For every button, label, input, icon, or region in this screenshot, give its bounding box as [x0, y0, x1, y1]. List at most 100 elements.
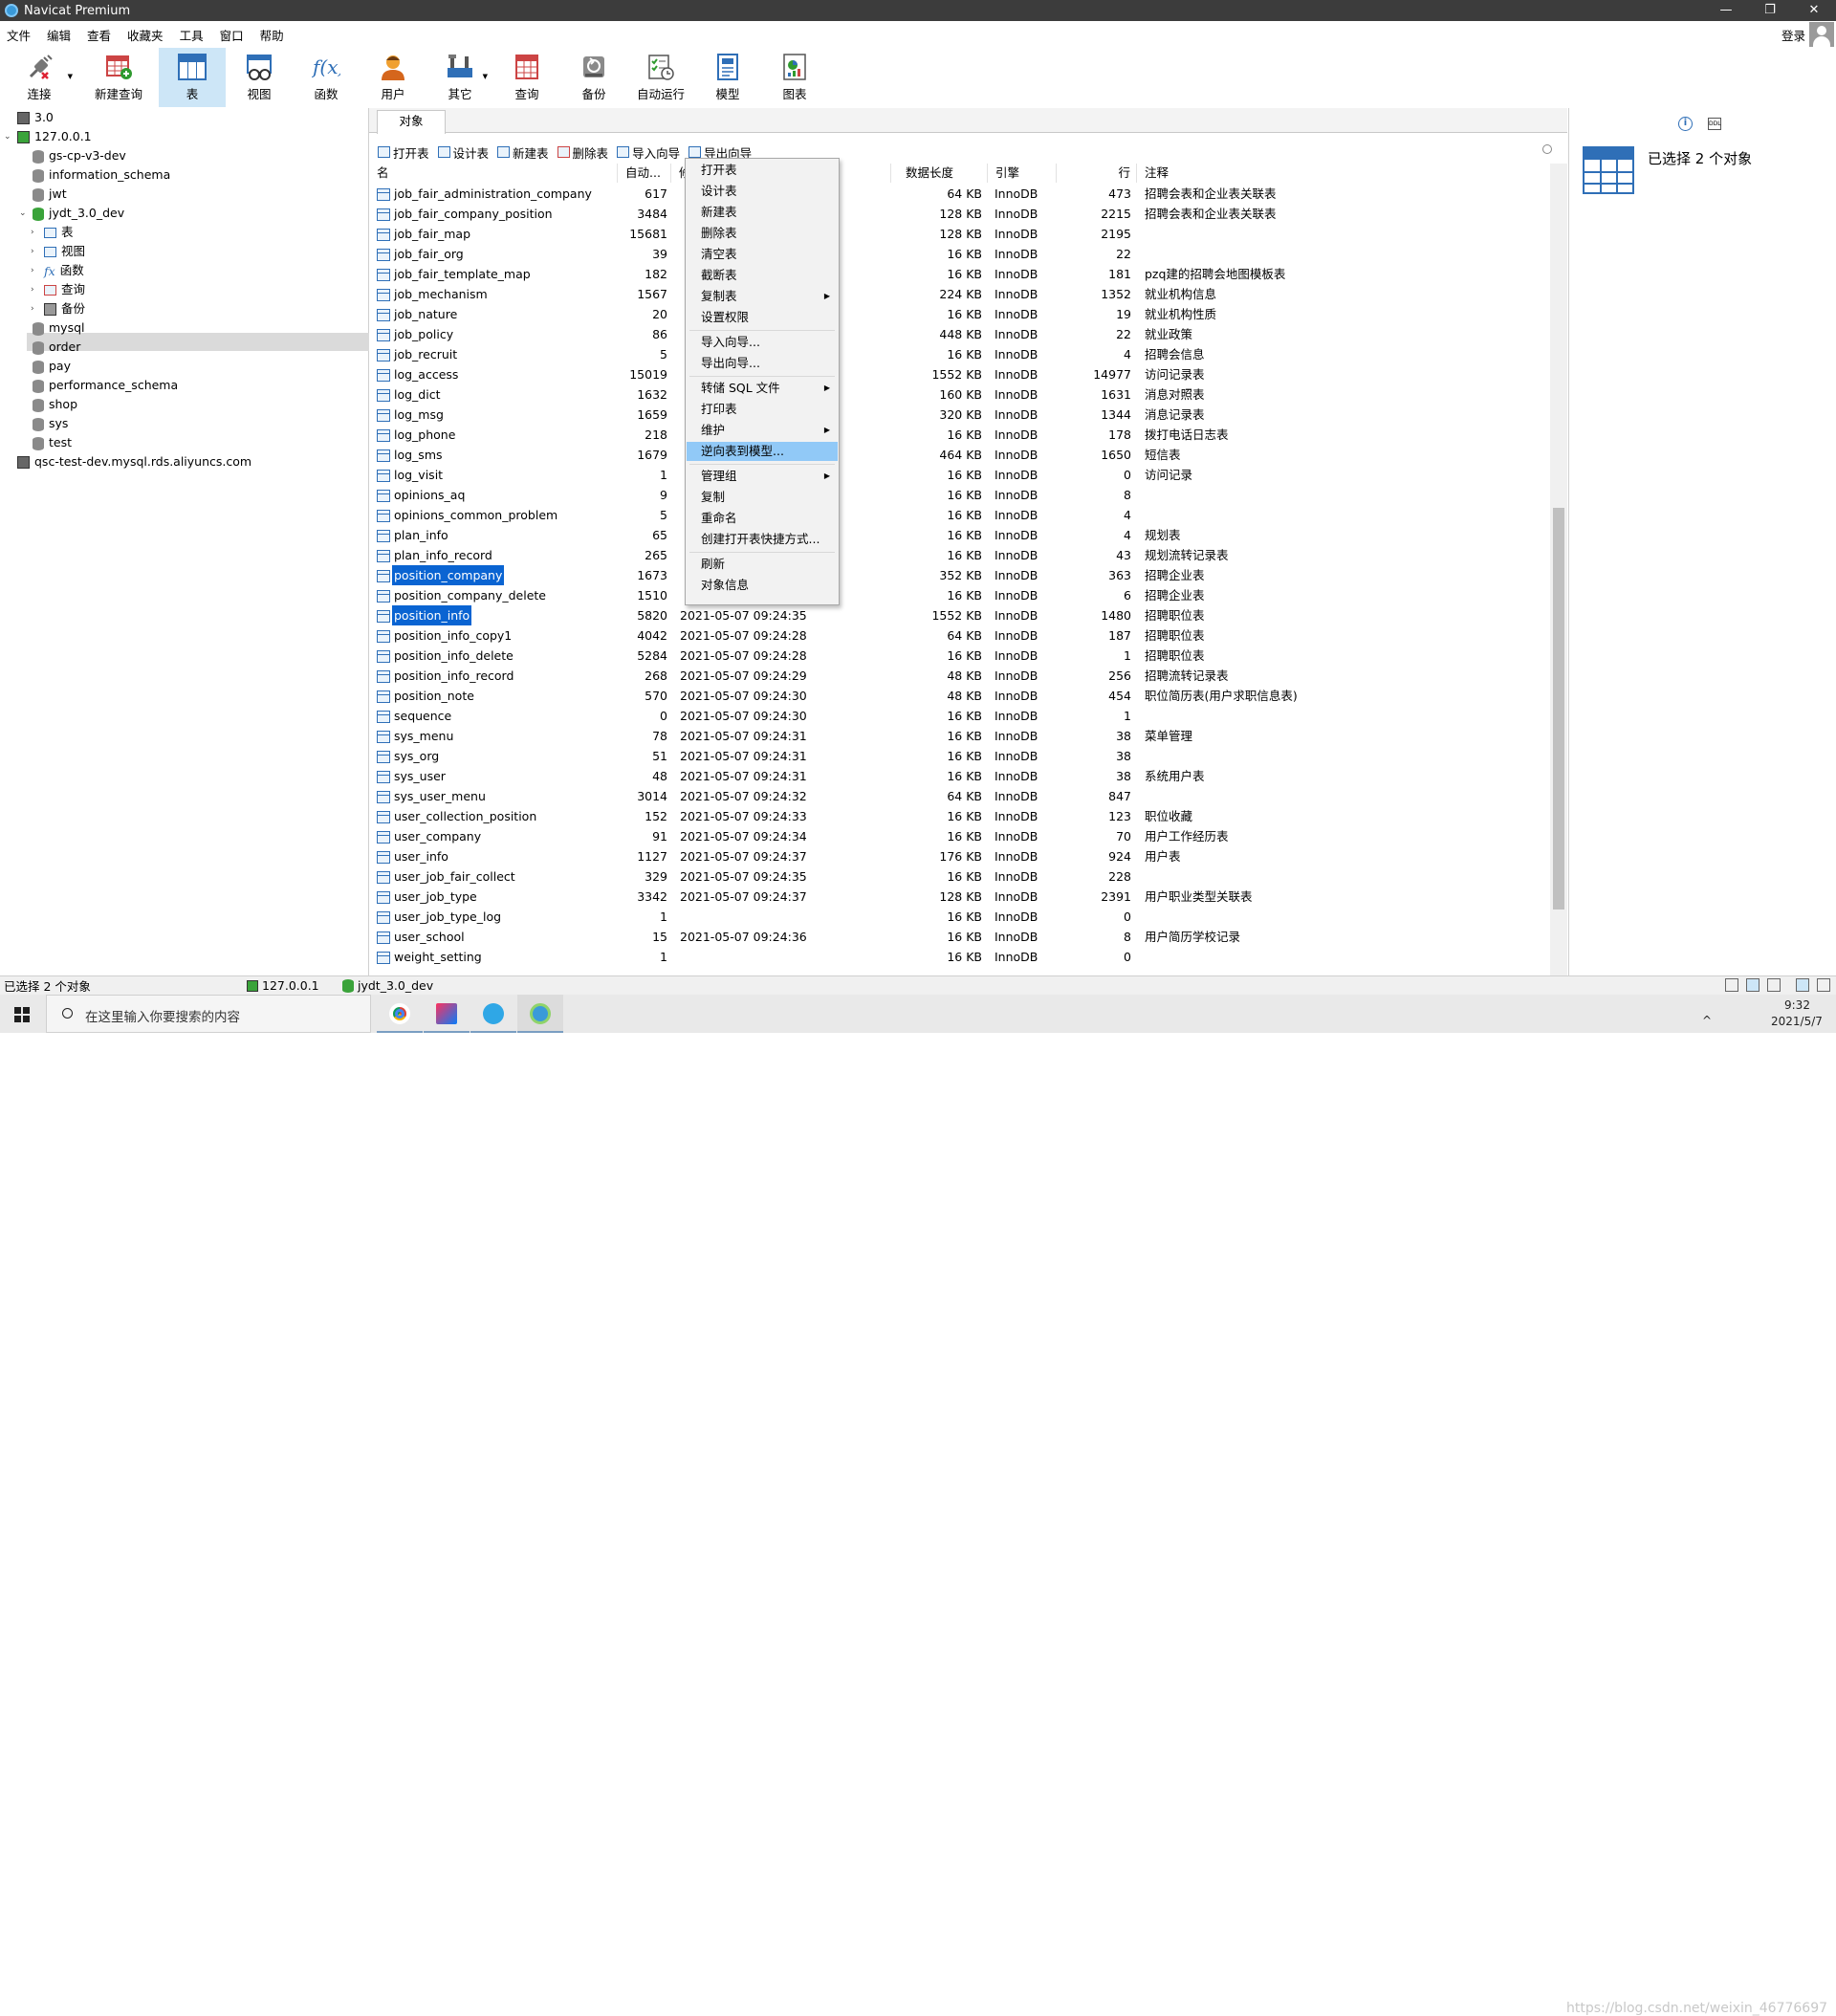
toolbar-view-button[interactable]: 视图 — [226, 48, 293, 107]
tab-objects[interactable]: 对象 — [377, 110, 446, 134]
column-header-name[interactable]: 名 — [369, 164, 618, 183]
toolbar-schedule-button[interactable]: 自动运行 — [627, 48, 694, 107]
context-menu-item[interactable]: 打开表 — [687, 161, 838, 180]
tree-item-functions[interactable]: › fx 函数 — [31, 261, 84, 280]
table-row[interactable]: job_fair_administration_company 617 64 KB I… — [369, 184, 1550, 204]
context-menu-item[interactable]: 导入向导... — [687, 333, 838, 352]
table-row[interactable]: position_info_delete 5284 2021-05-07 09:24… — [369, 646, 1550, 666]
info-panel-toggle-icon[interactable] — [1817, 978, 1830, 992]
table-row[interactable]: job_recruit 5 16 KB InnoDB 4 招聘会信息 — [369, 344, 1550, 364]
cell-name[interactable]: sys_user — [369, 766, 618, 786]
context-menu-item[interactable]: 维护 ▶ — [687, 421, 838, 440]
collapse-arrow-icon[interactable]: ⌄ — [4, 127, 11, 146]
expand-arrow-icon[interactable]: › — [31, 280, 34, 299]
table-row[interactable]: user_job_type 3342 2021-05-07 09:24:37 128 … — [369, 887, 1550, 907]
delete-table-button[interactable]: 删除表 — [557, 143, 608, 162]
cell-name[interactable]: job_mechanism — [369, 284, 618, 304]
design-table-button[interactable]: 设计表 — [437, 143, 489, 162]
tree-connection-localhost[interactable]: ⌄ 127.0.0.1 — [4, 127, 92, 146]
toolbar-user-button[interactable]: 用户 — [360, 48, 426, 107]
context-menu-item[interactable]: 复制 — [687, 488, 838, 507]
table-row[interactable]: user_collection_position 152 2021-05-07 09… — [369, 806, 1550, 826]
cell-name[interactable]: plan_info_record — [369, 545, 618, 565]
tree-connection-3.0[interactable]: 3.0 — [17, 108, 54, 127]
taskbar-chrome[interactable] — [377, 995, 423, 1033]
minimize-button[interactable]: — — [1704, 0, 1748, 21]
context-menu-item[interactable]: 重命名 — [687, 509, 838, 528]
table-row[interactable]: position_company_delete 1510 16 KB InnoDB 6 招… — [369, 585, 1550, 605]
table-row[interactable]: job_mechanism 1567 224 KB InnoDB 1352 就业机构信息 — [369, 284, 1550, 304]
cell-name[interactable]: user_job_type — [369, 887, 618, 907]
cell-name[interactable]: job_fair_company_position — [369, 204, 618, 224]
context-menu-item[interactable]: 打印表 — [687, 400, 838, 419]
tree-db-information-schema[interactable]: information_schema — [33, 165, 170, 185]
cell-name[interactable]: job_fair_administration_company — [369, 184, 618, 204]
login-link[interactable]: 登录 — [1781, 26, 1805, 44]
cell-name[interactable]: position_info_delete — [369, 646, 618, 666]
table-row[interactable]: position_info_copy1 4042 2021-05-07 09:24:… — [369, 625, 1550, 646]
tree-connection-qsc-test[interactable]: qsc-test-dev.mysql.rds.aliyuncs.com — [17, 452, 251, 471]
menu-tools[interactable]: 工具 — [173, 26, 213, 44]
toolbar-function-button[interactable]: f(x) 函数 — [293, 48, 360, 107]
column-header-auto[interactable]: 自动... — [618, 164, 671, 183]
tree-db-performance-schema[interactable]: performance_schema — [33, 376, 178, 395]
dropdown-arrow-icon[interactable]: ▼ — [68, 73, 73, 80]
table-row[interactable]: user_info 1127 2021-05-07 09:24:37 176 KB In… — [369, 846, 1550, 866]
windows-start-icon[interactable] — [14, 1007, 30, 1022]
close-button[interactable]: ✕ — [1792, 0, 1836, 21]
tree-db-jwt[interactable]: jwt — [33, 185, 67, 204]
cell-name[interactable]: position_info_record — [369, 666, 618, 686]
cell-name[interactable]: job_nature — [369, 304, 618, 324]
table-row[interactable]: plan_info 65 16 KB InnoDB 4 规划表 — [369, 525, 1550, 545]
cell-name[interactable]: sys_user_menu — [369, 786, 618, 806]
tray-chevron-icon[interactable]: ^ — [1702, 1014, 1712, 1027]
cell-name[interactable]: sys_menu — [369, 726, 618, 746]
cell-name[interactable]: user_job_type_log — [369, 907, 618, 927]
column-header-engine[interactable]: 引擎 — [988, 164, 1057, 183]
context-menu-item[interactable]: 设置权限 — [687, 308, 838, 327]
search-icon[interactable] — [1542, 144, 1552, 154]
context-menu-item[interactable]: 对象信息 — [687, 576, 838, 595]
context-menu-item[interactable]: 复制表 ▶ — [687, 287, 838, 306]
ddl-icon[interactable]: DDL — [1708, 118, 1721, 130]
toolbar-new-query-button[interactable]: 新建查询 — [78, 48, 159, 107]
table-row[interactable]: position_info 5820 2021-05-07 09:24:35 1552… — [369, 605, 1550, 625]
toolbar-other-button[interactable]: 其它 ▼ — [426, 48, 493, 107]
table-row[interactable]: opinions_common_problem 5 16 KB InnoDB 4 — [369, 505, 1550, 525]
list-view-icon[interactable] — [1746, 978, 1760, 992]
toolbar-model-button[interactable]: 模型 — [694, 48, 761, 107]
context-menu-item[interactable]: 逆向表到模型... — [687, 442, 838, 461]
table-row[interactable]: sys_user_menu 3014 2021-05-07 09:24:32 64 K… — [369, 786, 1550, 806]
toolbar-chart-button[interactable]: 图表 — [761, 48, 828, 107]
toolbar-connect-button[interactable]: 连接 ▼ — [0, 48, 78, 107]
cell-name[interactable]: position_info_copy1 — [369, 625, 618, 646]
cell-name[interactable]: job_recruit — [369, 344, 618, 364]
table-row[interactable]: sys_org 51 2021-05-07 09:24:31 16 KB InnoDB 3… — [369, 746, 1550, 766]
tree-item-views[interactable]: › 视图 — [31, 242, 85, 261]
table-row[interactable]: position_company 1673 352 KB InnoDB 363 招聘企业表 — [369, 565, 1550, 585]
grid-view-icon[interactable] — [1725, 978, 1738, 992]
taskbar-intellij[interactable] — [424, 995, 470, 1033]
tree-db-pay[interactable]: pay — [33, 357, 71, 376]
table-row[interactable]: user_job_fair_collect 329 2021-05-07 09:24… — [369, 866, 1550, 887]
cell-name[interactable]: plan_info — [369, 525, 618, 545]
cell-name[interactable]: job_policy — [369, 324, 618, 344]
avatar[interactable] — [1809, 22, 1834, 47]
table-row[interactable]: sys_user 48 2021-05-07 09:24:31 16 KB InnoDB… — [369, 766, 1550, 786]
cell-name[interactable]: user_collection_position — [369, 806, 618, 826]
table-row[interactable]: sys_menu 78 2021-05-07 09:24:31 16 KB InnoDB… — [369, 726, 1550, 746]
table-row[interactable]: job_fair_map 15681 128 KB InnoDB 2195 — [369, 224, 1550, 244]
tree-db-shop[interactable]: shop — [33, 395, 77, 414]
scrollbar-thumb[interactable] — [1553, 508, 1564, 909]
context-menu-item[interactable]: 创建打开表快捷方式... — [687, 530, 838, 549]
new-table-button[interactable]: 新建表 — [497, 143, 549, 162]
cell-name[interactable]: sequence — [369, 706, 618, 726]
toolbar-table-button[interactable]: 表 — [159, 48, 226, 107]
open-table-button[interactable]: 打开表 — [378, 143, 429, 162]
column-header-length[interactable]: 数据长度 — [891, 164, 988, 183]
tree-db-sys[interactable]: sys — [33, 414, 68, 433]
cell-name[interactable]: user_school — [369, 927, 618, 947]
table-row[interactable]: log_phone 218 16 KB InnoDB 178 拨打电话日志表 — [369, 425, 1550, 445]
tree-db-jydt[interactable]: ⌄ jydt_3.0_dev — [19, 204, 124, 223]
cell-name[interactable]: position_info — [369, 605, 618, 625]
